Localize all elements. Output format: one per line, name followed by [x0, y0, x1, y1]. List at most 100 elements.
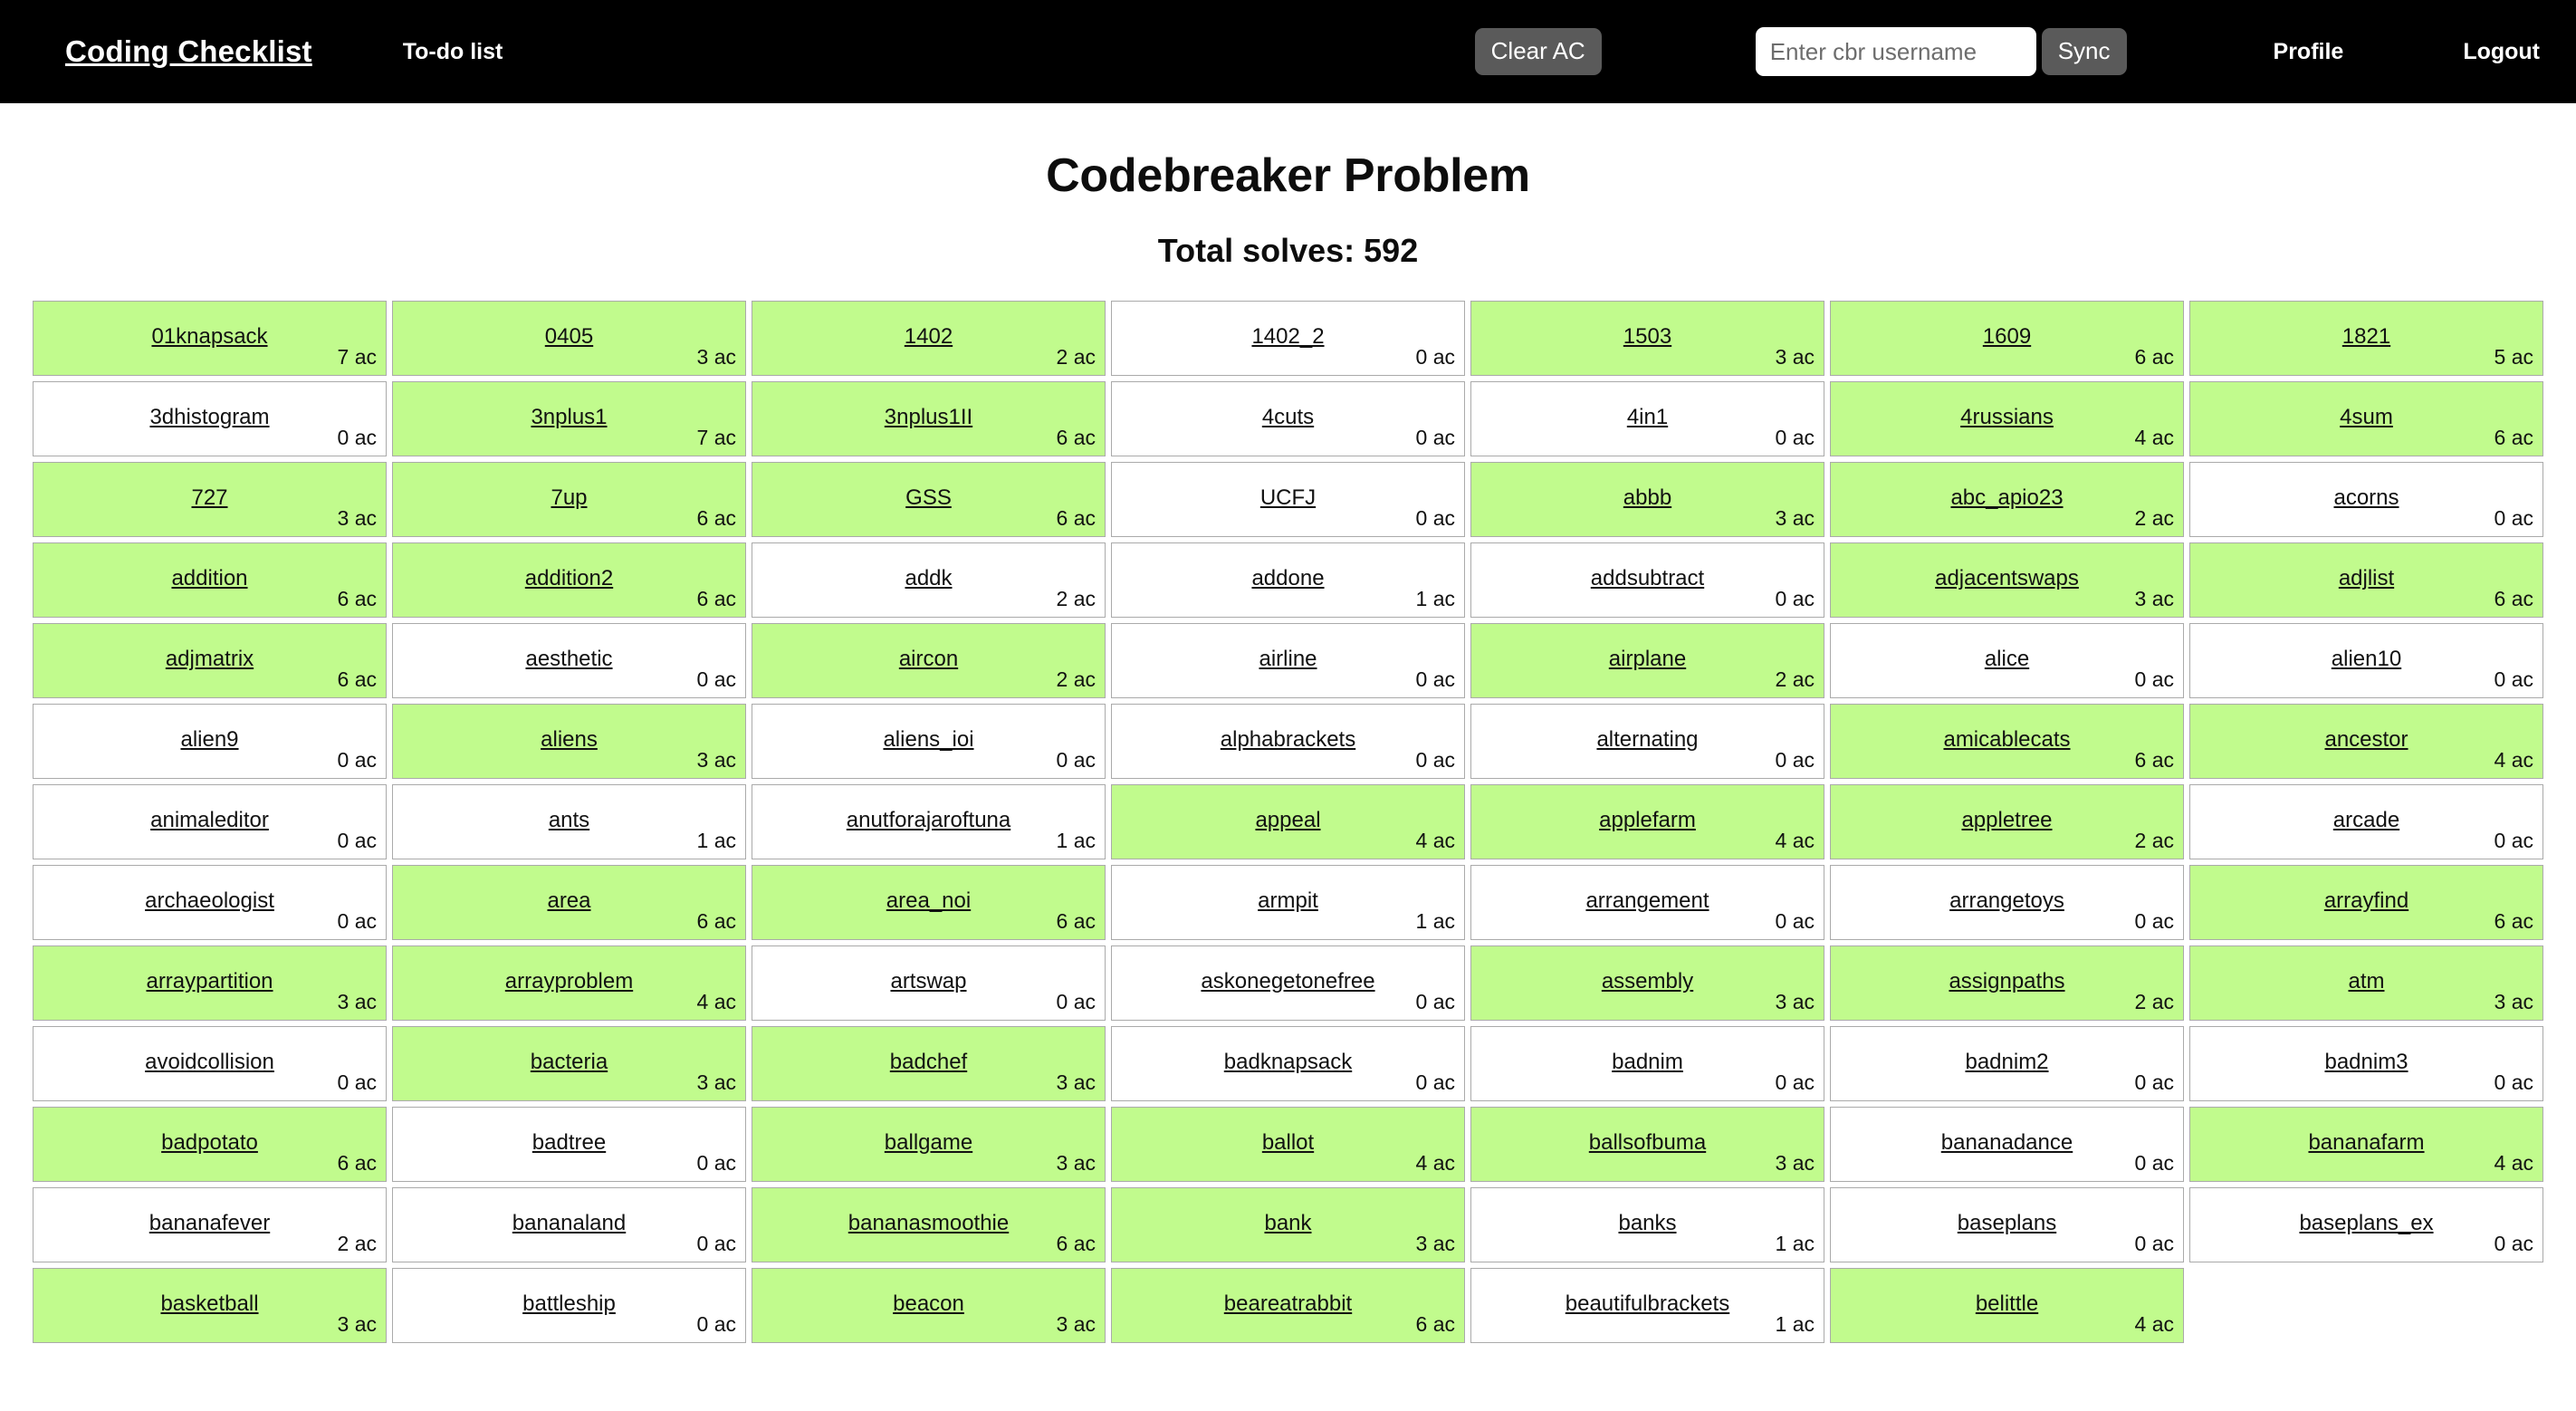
problem-link[interactable]: avoidcollision [34, 1050, 386, 1075]
problem-cell[interactable]: 7up 6 ac [392, 462, 746, 537]
problem-cell[interactable]: 4russians 4 ac [1830, 381, 2184, 456]
problem-link[interactable]: area_noi [752, 888, 1105, 914]
problem-link[interactable]: applefarm [1471, 808, 1824, 833]
problem-cell[interactable]: 0405 3 ac [392, 301, 746, 376]
problem-link[interactable]: atm [2190, 969, 2542, 994]
problem-link[interactable]: 1609 [1831, 324, 2183, 350]
problem-cell[interactable]: bacteria 3 ac [392, 1026, 746, 1101]
nav-link-todo-list[interactable]: To-do list [403, 39, 503, 65]
problem-link[interactable]: addone [1112, 566, 1464, 591]
problem-cell[interactable]: 3nplus1II 6 ac [752, 381, 1106, 456]
problem-link[interactable]: adjacentswaps [1831, 566, 2183, 591]
problem-link[interactable]: belittle [1831, 1291, 2183, 1317]
problem-cell[interactable]: area 6 ac [392, 865, 746, 940]
problem-cell[interactable]: assembly 3 ac [1470, 945, 1824, 1021]
problem-link[interactable]: amicablecats [1831, 727, 2183, 753]
problem-cell[interactable]: bananafever 2 ac [33, 1187, 387, 1262]
problem-link[interactable]: 4russians [1831, 405, 2183, 430]
problem-link[interactable]: battleship [393, 1291, 745, 1317]
problem-link[interactable]: aliens_ioi [752, 727, 1105, 753]
problem-cell[interactable]: airplane 2 ac [1470, 623, 1824, 698]
problem-link[interactable]: assembly [1471, 969, 1824, 994]
problem-link[interactable]: artswap [752, 969, 1105, 994]
problem-cell[interactable]: aliens_ioi 0 ac [752, 704, 1106, 779]
problem-link[interactable]: adjmatrix [34, 647, 386, 672]
problem-cell[interactable]: arrangement 0 ac [1470, 865, 1824, 940]
problem-cell[interactable]: arrayfind 6 ac [2189, 865, 2543, 940]
problem-cell[interactable]: 3dhistogram 0 ac [33, 381, 387, 456]
problem-cell[interactable]: banks 1 ac [1470, 1187, 1824, 1262]
problem-link[interactable]: badnim2 [1831, 1050, 2183, 1075]
problem-link[interactable]: assignpaths [1831, 969, 2183, 994]
problem-cell[interactable]: 727 3 ac [33, 462, 387, 537]
problem-link[interactable]: alternating [1471, 727, 1824, 753]
problem-link[interactable]: bacteria [393, 1050, 745, 1075]
problem-link[interactable]: ancestor [2190, 727, 2542, 753]
problem-cell[interactable]: UCFJ 0 ac [1111, 462, 1465, 537]
problem-cell[interactable]: assignpaths 2 ac [1830, 945, 2184, 1021]
problem-cell[interactable]: 1402 2 ac [752, 301, 1106, 376]
problem-cell[interactable]: alien10 0 ac [2189, 623, 2543, 698]
problem-cell[interactable]: anutforajaroftuna 1 ac [752, 784, 1106, 859]
nav-link-logout[interactable]: Logout [2463, 39, 2540, 65]
problem-cell[interactable]: adjlist 6 ac [2189, 542, 2543, 618]
problem-link[interactable]: bananadance [1831, 1130, 2183, 1156]
problem-cell[interactable]: ballsofbuma 3 ac [1470, 1107, 1824, 1182]
problem-link[interactable]: beautifulbrackets [1471, 1291, 1824, 1317]
problem-cell[interactable]: adjacentswaps 3 ac [1830, 542, 2184, 618]
problem-cell[interactable]: aesthetic 0 ac [392, 623, 746, 698]
problem-link[interactable]: acorns [2190, 485, 2542, 511]
problem-cell[interactable]: belittle 4 ac [1830, 1268, 2184, 1343]
problem-cell[interactable]: badnim2 0 ac [1830, 1026, 2184, 1101]
problem-link[interactable]: baseplans_ex [2190, 1211, 2542, 1236]
problem-link[interactable]: basketball [34, 1291, 386, 1317]
problem-cell[interactable]: appletree 2 ac [1830, 784, 2184, 859]
problem-cell[interactable]: alice 0 ac [1830, 623, 2184, 698]
problem-cell[interactable]: askonegetonefree 0 ac [1111, 945, 1465, 1021]
problem-link[interactable]: addsubtract [1471, 566, 1824, 591]
problem-link[interactable]: alien9 [34, 727, 386, 753]
problem-cell[interactable]: bananadance 0 ac [1830, 1107, 2184, 1182]
cbr-username-input[interactable] [1755, 27, 2036, 76]
problem-cell[interactable]: beautifulbrackets 1 ac [1470, 1268, 1824, 1343]
problem-cell[interactable]: arrayproblem 4 ac [392, 945, 746, 1021]
problem-link[interactable]: 4cuts [1112, 405, 1464, 430]
problem-cell[interactable]: archaeologist 0 ac [33, 865, 387, 940]
problem-link[interactable]: badknapsack [1112, 1050, 1464, 1075]
problem-cell[interactable]: 4sum 6 ac [2189, 381, 2543, 456]
problem-cell[interactable]: abc_apio23 2 ac [1830, 462, 2184, 537]
brand-logo[interactable]: Coding Checklist [65, 34, 312, 69]
problem-cell[interactable]: amicablecats 6 ac [1830, 704, 2184, 779]
problem-link[interactable]: arrangetoys [1831, 888, 2183, 914]
problem-cell[interactable]: atm 3 ac [2189, 945, 2543, 1021]
problem-link[interactable]: arrayproblem [393, 969, 745, 994]
problem-cell[interactable]: beareatrabbit 6 ac [1111, 1268, 1465, 1343]
problem-cell[interactable]: badchef 3 ac [752, 1026, 1106, 1101]
problem-link[interactable]: badtree [393, 1130, 745, 1156]
problem-cell[interactable]: addition 6 ac [33, 542, 387, 618]
problem-cell[interactable]: bank 3 ac [1111, 1187, 1465, 1262]
problem-link[interactable]: 3nplus1 [393, 405, 745, 430]
problem-link[interactable]: adjlist [2190, 566, 2542, 591]
problem-cell[interactable]: addition2 6 ac [392, 542, 746, 618]
problem-link[interactable]: 3dhistogram [34, 405, 386, 430]
problem-link[interactable]: 1402 [752, 324, 1105, 350]
problem-link[interactable]: abc_apio23 [1831, 485, 2183, 511]
problem-cell[interactable]: avoidcollision 0 ac [33, 1026, 387, 1101]
problem-link[interactable]: ballsofbuma [1471, 1130, 1824, 1156]
problem-link[interactable]: 1503 [1471, 324, 1824, 350]
problem-link[interactable]: GSS [752, 485, 1105, 511]
problem-link[interactable]: 7up [393, 485, 745, 511]
problem-cell[interactable]: badtree 0 ac [392, 1107, 746, 1182]
nav-link-profile[interactable]: Profile [2274, 39, 2344, 65]
problem-link[interactable]: badchef [752, 1050, 1105, 1075]
problem-cell[interactable]: basketball 3 ac [33, 1268, 387, 1343]
problem-cell[interactable]: badknapsack 0 ac [1111, 1026, 1465, 1101]
problem-link[interactable]: appletree [1831, 808, 2183, 833]
problem-link[interactable]: abbb [1471, 485, 1824, 511]
problem-link[interactable]: arrangement [1471, 888, 1824, 914]
problem-link[interactable]: 1821 [2190, 324, 2542, 350]
problem-link[interactable]: askonegetonefree [1112, 969, 1464, 994]
problem-cell[interactable]: animaleditor 0 ac [33, 784, 387, 859]
problem-link[interactable]: badpotato [34, 1130, 386, 1156]
